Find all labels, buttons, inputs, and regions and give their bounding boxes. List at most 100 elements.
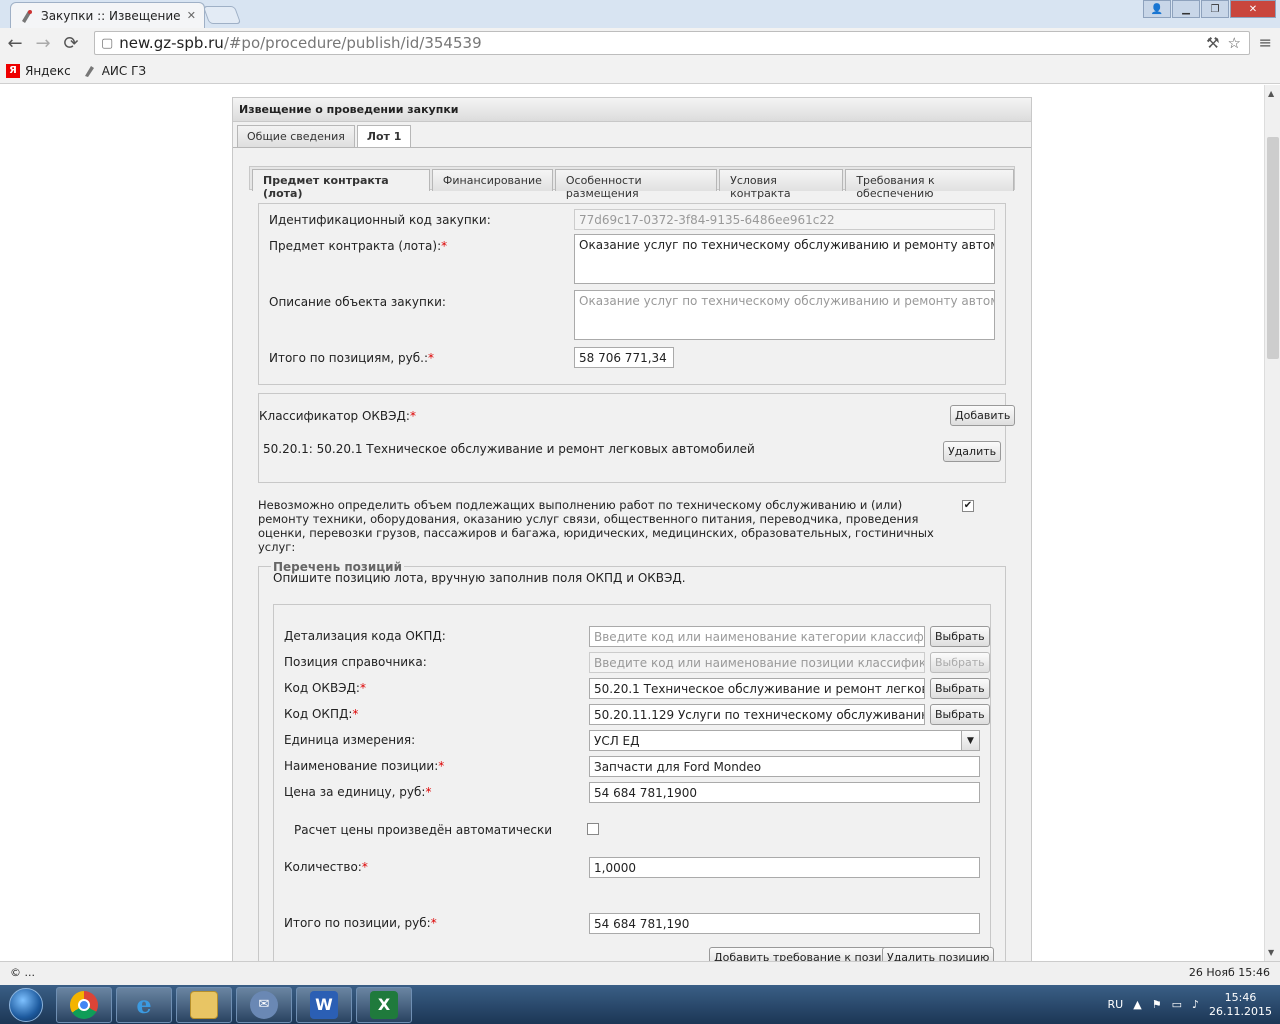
window-controls: 👤 ▁ ❐ ✕ xyxy=(1143,0,1276,18)
unit-price-input[interactable]: 54 684 781,1900 xyxy=(589,782,980,803)
language-indicator[interactable]: RU xyxy=(1108,998,1124,1011)
tab-contract-terms[interactable]: Условия контракта xyxy=(719,169,844,200)
tab-general-info[interactable]: Общие сведения xyxy=(237,125,355,147)
total-field[interactable]: 58 706 771,34 xyxy=(574,347,674,368)
address-bar[interactable]: ▢ new.gz-spb.ru/#po/procedure/publish/id… xyxy=(94,31,1250,55)
browser-tab[interactable]: Закупки :: Извещение о п ✕ xyxy=(10,2,205,28)
add-requirement-button[interactable]: Добавить требование к позиции xyxy=(709,947,909,961)
tray-expand-icon[interactable]: ▲ xyxy=(1133,998,1141,1011)
add-okved-button[interactable]: Добавить xyxy=(950,405,1016,426)
menu-icon[interactable]: ≡ xyxy=(1259,33,1272,52)
forward-icon[interactable]: → xyxy=(30,30,56,56)
scroll-thumb[interactable] xyxy=(1267,137,1279,359)
okpd-detail-label: Детализация кода ОКПД: xyxy=(284,629,446,643)
notice-panel: Извещение о проведении закупки Общие све… xyxy=(232,97,1032,961)
back-icon[interactable]: ← xyxy=(2,30,28,56)
lot-tabs: Общие сведения Лот 1 xyxy=(237,125,412,147)
taskbar-mail[interactable]: ✉ xyxy=(236,986,292,1023)
windows-orb-icon xyxy=(9,987,43,1022)
positions-hint: Опишите позицию лота, вручную заполнив п… xyxy=(273,571,686,585)
reload-icon[interactable]: ⟳ xyxy=(58,30,84,56)
taskbar-word[interactable]: W xyxy=(296,986,352,1023)
delete-okved-button[interactable]: Удалить xyxy=(943,441,1002,462)
tools-icon[interactable]: ⚒ xyxy=(1206,34,1219,52)
browser-tab-title: Закупки :: Извещение о п xyxy=(41,8,181,23)
bookmark-yandex[interactable]: Я Яндекс xyxy=(6,63,71,78)
okpd-code-input[interactable]: 50.20.11.129 Услуги по техническому обсл… xyxy=(589,704,925,725)
description-textarea[interactable]: Оказание услуг по техническому обслужива… xyxy=(574,290,995,340)
close-window-button[interactable]: ✕ xyxy=(1230,0,1276,18)
maximize-button[interactable]: ❐ xyxy=(1201,0,1229,18)
tab-security-requirements[interactable]: Требования к обеспечению xyxy=(845,169,1015,200)
url-path: /#po/procedure/publish/id/354539 xyxy=(223,34,482,52)
status-bar: © ... 26 Нояб 15:46 xyxy=(0,961,1280,985)
ais-icon xyxy=(84,65,94,77)
bookmark-star-icon[interactable]: ☆ xyxy=(1228,34,1241,52)
select-okpd-code-button[interactable]: Выбрать xyxy=(930,704,990,725)
clock-time: 15:46 xyxy=(1224,990,1257,1004)
panel-title: Извещение о проведении закупки xyxy=(233,98,1031,122)
new-tab-button[interactable] xyxy=(202,6,242,24)
okved-entry: 50.20.1: 50.20.1 Техническое обслуживани… xyxy=(263,442,755,456)
scroll-down-icon[interactable]: ▼ xyxy=(1268,948,1274,957)
quantity-input[interactable]: 1,0000 xyxy=(589,857,980,878)
ref-position-label: Позиция справочника: xyxy=(284,655,427,669)
yandex-icon: Я xyxy=(6,63,20,78)
position-name-input[interactable]: Запчасти для Ford Mondeo xyxy=(589,756,980,777)
chrome-icon xyxy=(70,990,98,1019)
explorer-icon xyxy=(190,990,218,1019)
taskbar-excel[interactable]: X xyxy=(356,986,412,1023)
select-okved-code-button[interactable]: Выбрать xyxy=(930,678,990,699)
start-button[interactable] xyxy=(0,985,52,1024)
select-okpd-detail-button[interactable]: Выбрать xyxy=(930,626,990,647)
user-icon[interactable]: 👤 xyxy=(1143,0,1171,18)
position-total-input[interactable]: 54 684 781,190 xyxy=(589,913,980,934)
bookmark-label: АИС ГЗ xyxy=(101,63,147,78)
page-content: Извещение о проведении закупки Общие све… xyxy=(0,85,1264,961)
select-ref-position-button: Выбрать xyxy=(930,652,990,673)
status-right: 26 Нояб 15:46 xyxy=(1188,966,1270,979)
page-scrollbar[interactable]: ▲ ▼ xyxy=(1264,85,1280,961)
minimize-button[interactable]: ▁ xyxy=(1172,0,1200,18)
position-total-label: Итого по позиции, руб:* xyxy=(284,916,437,930)
chevron-down-icon[interactable]: ▼ xyxy=(961,731,979,750)
auto-price-label: Расчет цены произведён автоматически xyxy=(294,823,552,837)
clock-date: 26.11.2015 xyxy=(1209,1004,1272,1018)
taskbar-chrome[interactable] xyxy=(56,986,112,1023)
volume-icon[interactable]: ♪ xyxy=(1192,998,1199,1011)
ie-icon: e xyxy=(136,990,152,1019)
volume-checkbox[interactable]: ✔ xyxy=(962,500,974,512)
volume-note: Невозможно определить объем подлежащих в… xyxy=(258,498,934,554)
delete-position-button[interactable]: Удалить позицию xyxy=(882,947,995,961)
unit-price-label: Цена за единицу, руб:* xyxy=(284,785,432,799)
unit-value: УСЛ ЕД xyxy=(594,734,640,748)
position-name-label: Наименование позиции:* xyxy=(284,759,445,773)
subject-textarea[interactable]: Оказание услуг по техническому обслужива… xyxy=(574,234,995,284)
status-left: © ... xyxy=(10,966,35,979)
bookmark-ais[interactable]: АИС ГЗ xyxy=(83,64,146,78)
tab-lot-1[interactable]: Лот 1 xyxy=(356,125,412,147)
total-label: Итого по позициям, руб.:* xyxy=(269,351,434,365)
flag-icon[interactable]: ⚑ xyxy=(1152,998,1162,1011)
tab-contract-subject[interactable]: Предмет контракта (лота) xyxy=(252,169,430,200)
bookmark-label: Яндекс xyxy=(25,63,71,78)
taskbar-ie[interactable]: e xyxy=(116,986,172,1023)
mail-icon: ✉ xyxy=(250,990,278,1019)
taskbar-explorer[interactable] xyxy=(176,986,232,1023)
okved-label: Классификатор ОКВЭД:* xyxy=(259,409,416,423)
okpd-detail-input[interactable]: Введите код или наименование категории к… xyxy=(589,626,925,647)
okved-code-input[interactable]: 50.20.1 Техническое обслуживание и ремон… xyxy=(589,678,925,699)
url-host: new.gz-spb.ru xyxy=(119,34,224,52)
auto-price-checkbox[interactable] xyxy=(587,823,599,835)
tab-financing[interactable]: Финансирование xyxy=(431,169,553,191)
clock[interactable]: 15:46 26.11.2015 xyxy=(1209,991,1272,1019)
network-icon[interactable]: ▭ xyxy=(1172,998,1182,1011)
scroll-up-icon[interactable]: ▲ xyxy=(1268,89,1274,98)
quantity-label: Количество:* xyxy=(284,860,368,874)
system-tray: RU ▲ ⚑ ▭ ♪ 15:46 26.11.2015 xyxy=(1108,985,1272,1024)
subject-tabs-bar: Предмет контракта (лота) Финансирование … xyxy=(249,166,1015,200)
tab-close-icon[interactable]: ✕ xyxy=(187,9,196,22)
tab-placement-features[interactable]: Особенности размещения xyxy=(554,169,718,200)
excel-icon: X xyxy=(370,990,398,1019)
unit-select[interactable]: УСЛ ЕД ▼ xyxy=(589,730,980,751)
